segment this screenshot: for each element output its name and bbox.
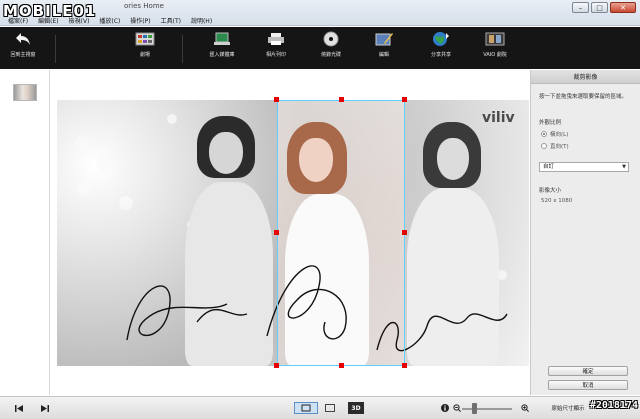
- thumbnail-strip: [0, 70, 50, 395]
- theater-button[interactable]: 劇場: [130, 31, 160, 67]
- radio-landscape-label: 橫向(L): [550, 132, 569, 138]
- main-menu: 檔案(F) 編輯(E) 檢視(V) 播放(C) 操作(P) 工具(T) 說明(H…: [8, 16, 212, 25]
- crop-handle-left[interactable]: [274, 230, 279, 235]
- crop-handle-bottom-right[interactable]: [402, 363, 407, 368]
- burn-disc-label: 燒錄光碟: [320, 52, 341, 58]
- crop-selection-box[interactable]: [277, 100, 405, 366]
- menu-help[interactable]: 說明(H): [191, 16, 212, 25]
- aspect-ratio-label: 外觀比例: [539, 120, 562, 126]
- menu-edit[interactable]: 編輯(E): [38, 16, 58, 25]
- crop-handle-top[interactable]: [339, 97, 344, 102]
- disc-icon: [321, 31, 341, 47]
- status-bar: 3D 原始尺寸顯示: [0, 396, 640, 419]
- back-button[interactable]: 回到主視窗: [8, 31, 38, 67]
- theater-label: 劇場: [139, 52, 150, 58]
- film-strip-icon: [485, 31, 505, 47]
- fit-view-button[interactable]: [294, 402, 318, 414]
- radio-dot-icon: [541, 131, 547, 137]
- import-label: 匯入媒體庫: [209, 52, 235, 58]
- app-window: MOBILE01 ories Home 檔案(F) 編輯(E) 檢視(V) 播放…: [0, 0, 640, 419]
- print-label: 相片列印: [265, 52, 286, 58]
- window-controls: – □ ✕: [572, 2, 636, 13]
- toolbar: 回到主視窗 劇場 匯入媒體庫 相片列印 燒錄光碟 編輯 分享共享 VAIO 劇院: [0, 27, 640, 69]
- burn-disc-button[interactable]: 燒錄光碟: [316, 31, 346, 67]
- toolbar-divider: [182, 35, 183, 63]
- import-button[interactable]: 匯入媒體庫: [205, 31, 239, 67]
- crop-handle-bottom[interactable]: [339, 363, 344, 368]
- image-size-value: 520 x 1080: [541, 198, 573, 204]
- maximize-button[interactable]: □: [591, 2, 608, 13]
- brand-logo: viliv: [482, 110, 515, 126]
- watermark: #2018174: [589, 400, 638, 411]
- crop-handle-bottom-left[interactable]: [274, 363, 279, 368]
- skip-next-icon[interactable]: [40, 402, 50, 414]
- crop-panel: 裁剪影像 按一下並拖曳來選取要保留的區域。 外觀比例 橫向(L) 直向(T) 自…: [530, 70, 640, 395]
- zoom-out-icon[interactable]: [452, 402, 462, 414]
- edit-button[interactable]: 編輯: [371, 31, 397, 67]
- theater-icon: [135, 31, 155, 47]
- laptop-icon: [212, 31, 232, 47]
- image-canvas[interactable]: viliv: [51, 70, 529, 395]
- 3d-view-button[interactable]: 3D: [348, 402, 364, 414]
- menu-operate[interactable]: 操作(P): [130, 16, 150, 25]
- minimize-button[interactable]: –: [572, 2, 589, 13]
- dropdown-arrow-icon: ▼: [622, 164, 626, 170]
- crop-handle-right[interactable]: [402, 230, 407, 235]
- crop-instruction: 按一下並拖曳來選取要保留的區域。: [539, 94, 628, 100]
- menu-tools[interactable]: 工具(T): [161, 16, 181, 25]
- radio-landscape[interactable]: 橫向(L): [541, 130, 568, 138]
- share-label: 分享共享: [430, 52, 451, 58]
- cancel-button[interactable]: 取消: [548, 380, 628, 390]
- radio-portrait[interactable]: 直向(T): [541, 142, 569, 150]
- photo-thumbnail[interactable]: [13, 84, 37, 101]
- menu-file[interactable]: 檔案(F): [8, 16, 28, 25]
- menu-view[interactable]: 檢視(V): [69, 16, 90, 25]
- zoom-slider-track[interactable]: [462, 408, 512, 410]
- globe-icon: [431, 31, 451, 47]
- toolbar-divider: [55, 35, 56, 63]
- crop-handle-top-right[interactable]: [402, 97, 407, 102]
- edit-image-icon: [374, 31, 394, 47]
- aspect-select-value: 自訂: [543, 164, 555, 170]
- printer-icon: [266, 31, 286, 47]
- window-title: ories Home: [124, 2, 164, 10]
- zoom-in-icon[interactable]: [520, 402, 530, 414]
- edit-label: 編輯: [378, 52, 389, 58]
- fit-frame-icon: [301, 404, 311, 412]
- print-button[interactable]: 相片列印: [261, 31, 291, 67]
- close-button[interactable]: ✕: [610, 2, 636, 13]
- back-arrow-icon: [13, 31, 33, 47]
- menu-bar: MOBILE01 ories Home 檔案(F) 編輯(E) 檢視(V) 播放…: [0, 0, 640, 26]
- radio-dot-icon: [541, 143, 547, 149]
- image-size-label: 影像大小: [539, 188, 562, 194]
- skip-previous-icon[interactable]: [14, 402, 24, 414]
- vaio-theater-label: VAIO 劇院: [483, 52, 507, 58]
- info-icon[interactable]: [440, 402, 450, 414]
- radio-portrait-label: 直向(T): [550, 144, 569, 150]
- vaio-theater-button[interactable]: VAIO 劇院: [478, 31, 512, 67]
- full-frame-icon: [325, 404, 335, 412]
- zoom-slider-thumb[interactable]: [472, 403, 477, 414]
- crop-handle-top-left[interactable]: [274, 97, 279, 102]
- full-view-button[interactable]: [322, 402, 338, 414]
- back-label: 回到主視窗: [10, 52, 36, 58]
- ok-button[interactable]: 確定: [548, 366, 628, 376]
- share-button[interactable]: 分享共享: [426, 31, 456, 67]
- aspect-select[interactable]: 自訂 ▼: [539, 162, 629, 172]
- menu-play[interactable]: 播放(C): [99, 16, 120, 25]
- crop-panel-title: 裁剪影像: [531, 70, 640, 84]
